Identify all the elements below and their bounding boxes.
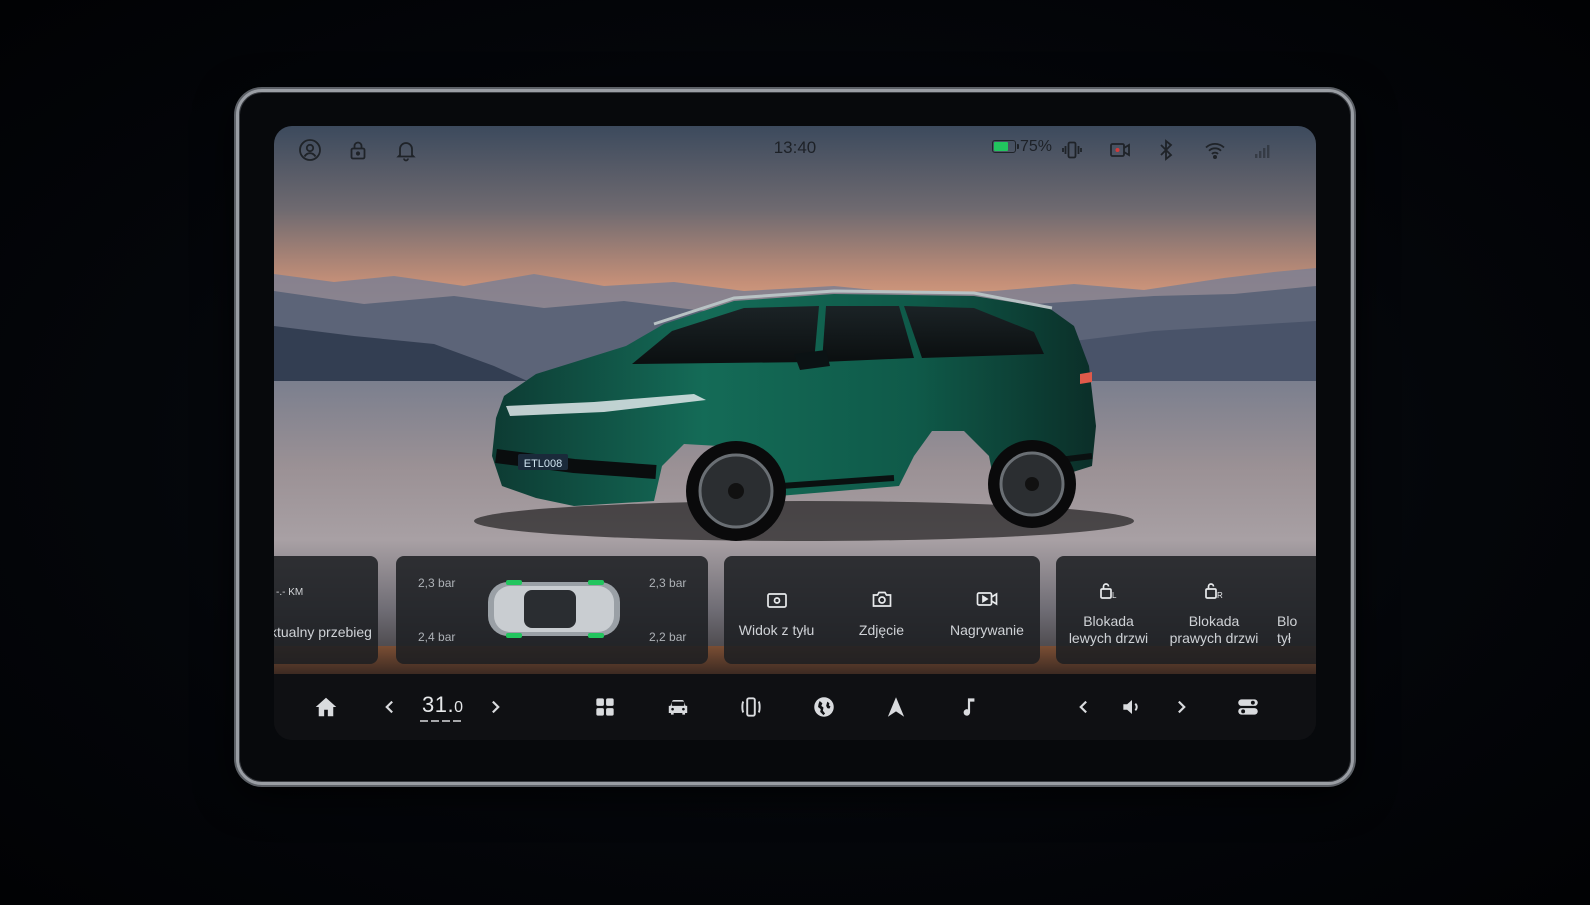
tire-indicator: [506, 633, 522, 638]
record-button[interactable]: Nagrywanie: [934, 556, 1040, 664]
rear-view-button[interactable]: Widok z tyłu: [724, 556, 829, 664]
lock-right-door-icon: R: [1202, 578, 1226, 602]
lock-right-doors-button[interactable]: R Blokada prawych drzwi: [1161, 556, 1267, 664]
lock-left-doors-button[interactable]: L Blokada lewych drzwi: [1056, 556, 1161, 664]
apps-icon[interactable]: [592, 694, 618, 720]
screen: ETL008 13:40 75% -.- KM ktualny przebieg…: [274, 126, 1316, 740]
temp-down-chevron-left-icon[interactable]: [377, 694, 397, 720]
car-icon[interactable]: [665, 694, 691, 720]
mileage-card[interactable]: -.- KM ktualny przebieg: [274, 556, 378, 664]
wifi-icon[interactable]: [1203, 138, 1227, 162]
photo-label: Zdjęcie: [858, 622, 905, 638]
navigation-icon[interactable]: [883, 694, 909, 720]
camera-icon: [870, 587, 894, 611]
phone-projection-icon[interactable]: [738, 694, 764, 720]
tire-rear-right: 2,2 bar: [649, 630, 687, 644]
status-bar: 13:40 75%: [274, 126, 1316, 172]
temp-up-chevron-right-icon[interactable]: [482, 694, 502, 720]
bottom-dock: 31.0: [274, 674, 1316, 740]
camera-card: Widok z tyłu Zdjęcie Nagrywanie: [724, 556, 1040, 664]
rear-view-label: Widok z tyłu: [738, 622, 815, 638]
signal-icon: [1251, 138, 1275, 162]
temperature-display[interactable]: 31.0: [422, 692, 464, 718]
settings-toggle-icon[interactable]: [1235, 694, 1261, 720]
svg-text:R: R: [1217, 591, 1223, 600]
tire-indicator: [588, 580, 604, 585]
tire-front-right: 2,3 bar: [649, 576, 687, 590]
widget-cards-row: -.- KM ktualny przebieg 2,3 bar 2,3 bar …: [274, 556, 1316, 664]
music-icon[interactable]: [956, 694, 982, 720]
lock-rear-button[interactable]: Blo tył: [1267, 556, 1316, 664]
volume-icon[interactable]: [1119, 694, 1145, 720]
tire-indicator: [588, 633, 604, 638]
temperature-decimal: 0: [454, 699, 464, 716]
lock-left-door-icon: L: [1097, 578, 1121, 602]
tire-indicator: [506, 580, 522, 585]
dashcam-icon[interactable]: [1108, 138, 1132, 162]
svg-text:L: L: [1112, 591, 1117, 600]
bluetooth-icon[interactable]: [1154, 138, 1178, 162]
battery-percent: 75%: [1020, 138, 1053, 155]
record-label: Nagrywanie: [950, 622, 1024, 638]
mileage-label: ktualny przebieg: [274, 624, 372, 640]
temperature-whole: 31.: [422, 692, 455, 717]
photo-button[interactable]: Zdjęcie: [829, 556, 934, 664]
lock-left-doors-label: Blokada lewych drzwi: [1068, 613, 1149, 646]
temperature-indicator: [420, 720, 464, 722]
globe-icon[interactable]: [811, 694, 837, 720]
battery-icon: [992, 140, 1019, 153]
tire-front-left: 2,3 bar: [418, 576, 456, 590]
mileage-value: -.- KM: [276, 587, 304, 598]
door-lock-card: L Blokada lewych drzwi R Blokada prawych…: [1056, 556, 1316, 664]
vibrate-icon[interactable]: [1060, 138, 1084, 162]
tire-pressure-card[interactable]: 2,3 bar 2,3 bar 2,4 bar 2,2 bar: [396, 556, 708, 664]
record-icon: [975, 587, 999, 611]
volume-up-chevron-right-icon[interactable]: [1168, 694, 1188, 720]
lock-right-doors-label: Blokada prawych drzwi: [1169, 613, 1259, 646]
license-plate-text: ETL008: [524, 458, 563, 470]
volume-down-chevron-left-icon[interactable]: [1071, 694, 1091, 720]
lock-rear-label: Blo tył: [1277, 613, 1298, 646]
car-topview-icon: [488, 580, 620, 638]
home-icon[interactable]: [313, 694, 339, 720]
tire-rear-left: 2,4 bar: [418, 630, 456, 644]
rear-view-icon: [765, 588, 789, 612]
